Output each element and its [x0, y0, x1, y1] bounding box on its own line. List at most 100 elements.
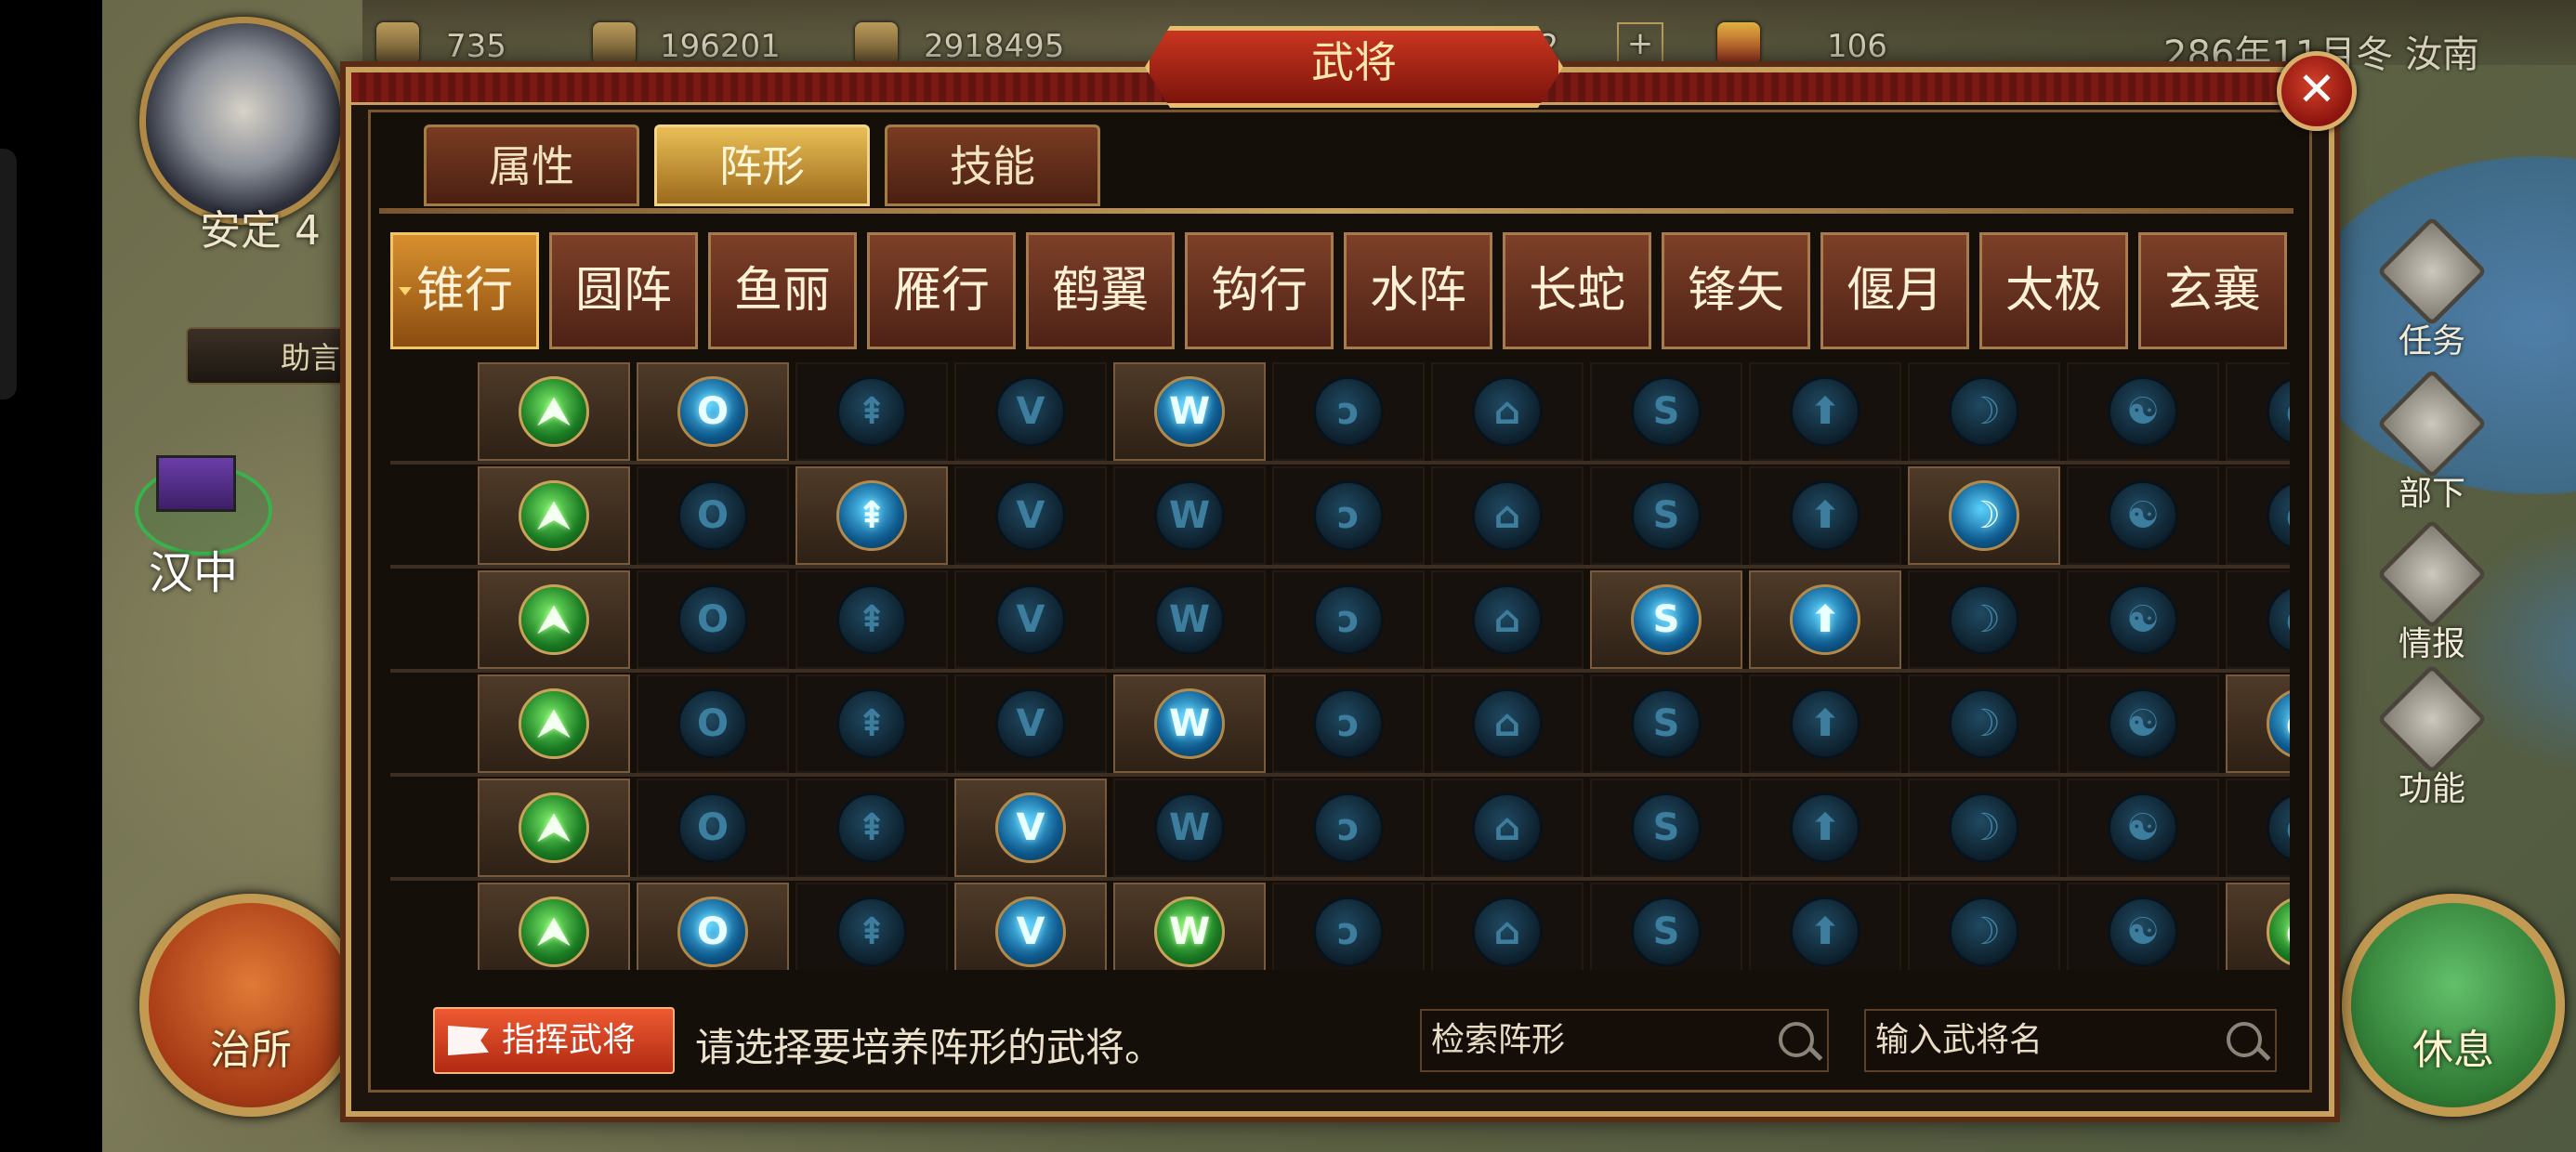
formation-cell[interactable]: S [1590, 570, 1742, 669]
formation-cell[interactable]: ⮝ [478, 779, 630, 877]
side-button-subordinate[interactable]: 部下 [2372, 368, 2492, 513]
formation-cell[interactable]: ⮝ [478, 362, 630, 461]
formation-cell[interactable]: ⬆ [1749, 883, 1901, 970]
side-button-quest[interactable]: 任务 [2372, 216, 2492, 360]
assist-button[interactable]: 助言 [186, 327, 362, 385]
formation-cell[interactable]: ⌂ [1431, 674, 1584, 773]
formation-cell[interactable]: V [954, 466, 1107, 565]
formation-cell[interactable]: ☯ [2067, 674, 2219, 773]
formation-cell[interactable]: ↄ [1272, 674, 1425, 773]
formation-cell[interactable]: ⇞ [795, 466, 948, 565]
formation-tab[interactable]: 水阵 [1344, 232, 1492, 349]
tab-skills[interactable]: 技能 [885, 124, 1100, 206]
formation-tab[interactable]: 锥行 [390, 232, 539, 349]
formation-cell[interactable]: ☯ [2067, 779, 2219, 877]
formation-cell[interactable]: V [954, 779, 1107, 877]
formation-cell[interactable]: ⬆ [1749, 362, 1901, 461]
formation-tab[interactable]: 长蛇 [1503, 232, 1651, 349]
formation-cell[interactable]: ◐ [2226, 674, 2290, 773]
formation-cell[interactable]: ☽ [1908, 570, 2060, 669]
formation-cell[interactable]: ⬆ [1749, 674, 1901, 773]
formation-cell[interactable]: ☯ [2067, 570, 2219, 669]
formation-cell[interactable]: ☽ [1908, 466, 2060, 565]
formation-cell[interactable]: W [1113, 674, 1266, 773]
side-button-function[interactable]: 功能 [2372, 663, 2492, 808]
formation-cell[interactable]: ⌂ [1431, 883, 1584, 970]
formation-cell[interactable]: S [1590, 779, 1742, 877]
formation-cell[interactable]: ⇞ [795, 883, 948, 970]
formation-tab[interactable]: 钩行 [1185, 232, 1334, 349]
formation-cell[interactable]: ◐ [2226, 362, 2290, 461]
search-formation-input[interactable]: 检索阵形 [1420, 1009, 1829, 1072]
government-button[interactable]: 治所 [139, 894, 362, 1117]
formation-cell[interactable]: W [1113, 883, 1266, 970]
search-icon[interactable] [2227, 1022, 2262, 1057]
formation-cell[interactable]: O [637, 779, 789, 877]
formation-cell[interactable]: ⮝ [478, 883, 630, 970]
formation-tab[interactable]: 鱼丽 [708, 232, 857, 349]
formation-cell[interactable]: ◐ [2226, 779, 2290, 877]
formation-tab[interactable]: 圆阵 [549, 232, 698, 349]
formation-cell[interactable]: O [637, 466, 789, 565]
formation-tab[interactable]: 玄襄 [2138, 232, 2287, 349]
formation-cell[interactable]: S [1590, 883, 1742, 970]
formation-cell[interactable]: W [1113, 570, 1266, 669]
formation-cell[interactable]: ⮝ [478, 674, 630, 773]
formation-cell[interactable]: ↄ [1272, 883, 1425, 970]
search-icon[interactable] [1779, 1022, 1814, 1057]
formation-cell[interactable]: W [1113, 779, 1266, 877]
formation-cell[interactable]: ⇞ [795, 362, 948, 461]
close-button[interactable]: ✕ [2277, 51, 2357, 131]
formation-cell[interactable]: ⇞ [795, 570, 948, 669]
formation-cell[interactable]: ⇞ [795, 779, 948, 877]
formation-cell[interactable]: ↄ [1272, 570, 1425, 669]
formation-cell[interactable]: ⌂ [1431, 362, 1584, 461]
formation-cell[interactable]: ☽ [1908, 779, 2060, 877]
formation-cell[interactable]: ◐ [2226, 570, 2290, 669]
formation-cell[interactable]: O [637, 674, 789, 773]
formation-cell[interactable]: S [1590, 674, 1742, 773]
command-general-button[interactable]: 指挥武将 [433, 1007, 675, 1074]
formation-cell[interactable]: V [954, 362, 1107, 461]
formation-cell[interactable]: ⬆ [1749, 779, 1901, 877]
tab-attributes[interactable]: 属性 [424, 124, 639, 206]
search-general-input[interactable]: 输入武将名 [1864, 1009, 2277, 1072]
tab-formation[interactable]: 阵形 [654, 124, 870, 206]
formation-cell[interactable]: ⬆ [1749, 466, 1901, 565]
formation-cell[interactable]: ⬆ [1749, 570, 1901, 669]
formation-cell[interactable]: O [637, 570, 789, 669]
formation-cell[interactable]: V [954, 570, 1107, 669]
formation-cell[interactable]: ☽ [1908, 674, 2060, 773]
formation-cell[interactable]: O [637, 883, 789, 970]
formation-cell[interactable]: S [1590, 362, 1742, 461]
formation-tab[interactable]: 鹤翼 [1026, 232, 1175, 349]
player-avatar[interactable] [139, 17, 348, 225]
rest-button[interactable]: 休息 [2342, 894, 2565, 1117]
formation-cell[interactable]: ↄ [1272, 779, 1425, 877]
formation-cell[interactable]: O [637, 362, 789, 461]
formation-cell[interactable]: ⌂ [1431, 466, 1584, 565]
formation-cell[interactable]: ⮝ [478, 570, 630, 669]
formation-tab[interactable]: 太极 [1979, 232, 2128, 349]
formation-cell[interactable]: W [1113, 362, 1266, 461]
formation-cell[interactable]: ◐ [2226, 883, 2290, 970]
formation-cell[interactable]: V [954, 883, 1107, 970]
formation-cell[interactable]: S [1590, 466, 1742, 565]
formation-cell[interactable]: ⇞ [795, 674, 948, 773]
formation-cell[interactable]: ⮝ [478, 466, 630, 565]
formation-tab[interactable]: 雁行 [867, 232, 1016, 349]
formation-cell[interactable]: ☯ [2067, 883, 2219, 970]
formation-cell[interactable]: ⌂ [1431, 779, 1584, 877]
formation-cell[interactable]: ◐ [2226, 466, 2290, 565]
formation-cell[interactable]: ☽ [1908, 362, 2060, 461]
formation-cell[interactable]: ☯ [2067, 362, 2219, 461]
formation-cell[interactable]: ⌂ [1431, 570, 1584, 669]
formation-tab[interactable]: 锋矢 [1662, 232, 1810, 349]
formation-cell[interactable]: ☯ [2067, 466, 2219, 565]
add-resource-button[interactable]: + [1617, 22, 1663, 69]
formation-tab[interactable]: 偃月 [1820, 232, 1969, 349]
formation-cell[interactable]: ↄ [1272, 362, 1425, 461]
side-button-intel[interactable]: 情报 [2372, 518, 2492, 663]
formation-cell[interactable]: W [1113, 466, 1266, 565]
formation-cell[interactable]: ☽ [1908, 883, 2060, 970]
